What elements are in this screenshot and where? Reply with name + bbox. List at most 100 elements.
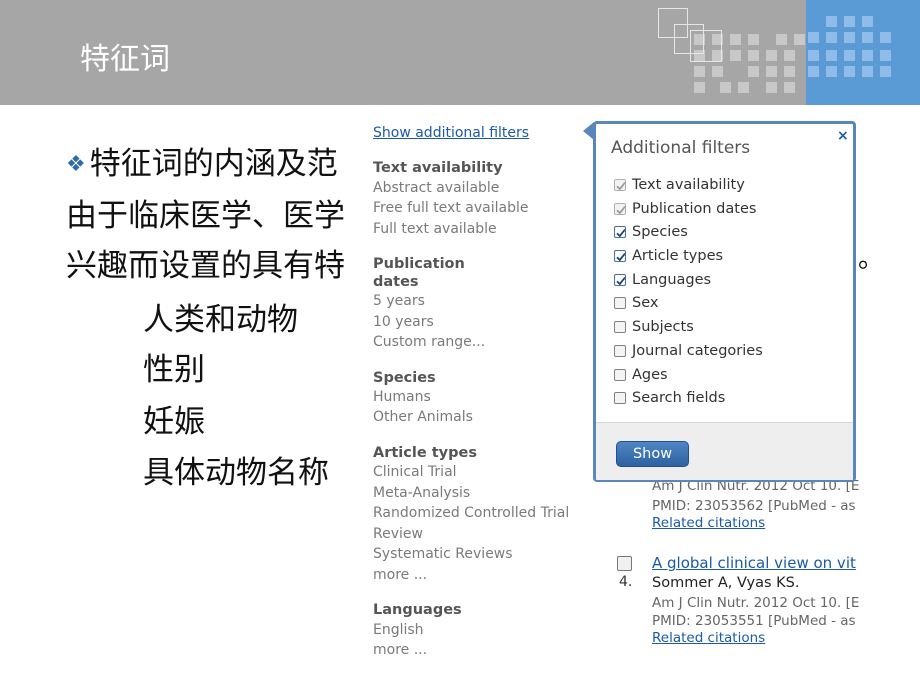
decor-square <box>844 66 855 77</box>
filter-option-label: Languages <box>632 272 712 288</box>
checkbox-icon[interactable] <box>614 203 626 215</box>
checkbox-icon[interactable] <box>614 274 626 286</box>
result-pmid: PMID: 23053562 [PubMed - as <box>652 498 856 514</box>
filter-option-label: Publication dates <box>632 201 757 217</box>
decor-square <box>784 82 795 93</box>
related-citations-link[interactable]: Related citations <box>652 515 765 531</box>
checkbox-icon[interactable] <box>614 179 626 191</box>
filter-group-heading: Species <box>373 370 436 386</box>
search-results: Am J Clin Nutr. 2012 Oct 10. [E PMID: 23… <box>590 470 920 690</box>
decor-square <box>880 32 891 43</box>
filter-option[interactable]: Humans <box>373 389 431 405</box>
diamond-cluster-icon: ❖ <box>66 152 86 177</box>
filter-option-label: Text availability <box>632 177 745 193</box>
filter-option[interactable]: Full text available <box>373 221 497 237</box>
slide-text-line-1: 特征词的内涵及范 <box>89 146 338 182</box>
more-link[interactable]: more ... <box>373 567 427 583</box>
checkbox-icon[interactable] <box>614 321 626 333</box>
filter-option-label: Sex <box>632 295 659 311</box>
decor-square <box>862 66 873 77</box>
decor-square <box>766 66 777 77</box>
show-button[interactable]: Show <box>616 441 689 467</box>
filter-group-heading: Text availability <box>373 160 503 176</box>
filter-option[interactable]: Clinical Trial <box>373 464 457 480</box>
slide-bullet-line: ❖ 特征词的内涵及范 <box>66 138 338 183</box>
result-number: 4. <box>619 574 633 590</box>
filter-option-label: Subjects <box>632 319 694 335</box>
related-citations-link[interactable]: Related citations <box>652 630 765 646</box>
slide-title: 特征词 <box>80 42 170 77</box>
result-journal: Am J Clin Nutr. 2012 Oct 10. [E <box>652 595 860 611</box>
filter-option-label: Article types <box>632 248 724 264</box>
show-additional-filters-link[interactable]: Show additional filters <box>373 125 529 141</box>
decor-square <box>748 34 759 45</box>
checkbox-icon[interactable] <box>614 250 626 262</box>
additional-filters-popup: Additional filters × Text availability Pu… <box>593 121 856 482</box>
filter-option-label: Journal categories <box>632 343 763 359</box>
decor-square <box>694 66 705 77</box>
decor-square <box>720 82 731 93</box>
checkbox-icon[interactable] <box>614 297 626 309</box>
decor-square <box>738 82 749 93</box>
popup-footer: Show <box>596 422 853 480</box>
slide-sub-item: 具体动物名称 <box>143 455 329 491</box>
filter-option[interactable]: 5 years <box>373 293 425 309</box>
filter-group-heading: Languages <box>373 602 462 618</box>
decor-square <box>766 82 777 93</box>
checkbox-icon[interactable] <box>614 392 626 404</box>
close-icon[interactable]: × <box>837 128 849 144</box>
slide-trailing-punctuation: 。 <box>858 244 885 274</box>
filter-group-heading: Article types <box>373 445 477 461</box>
slide-sub-item: 妊娠 <box>143 404 205 440</box>
decor-outline-square <box>690 30 722 62</box>
filter-option[interactable]: Abstract available <box>373 180 499 196</box>
decor-square <box>844 16 855 27</box>
filter-sidebar: Show additional filters Text availabilit… <box>360 110 588 690</box>
decor-square <box>766 50 777 61</box>
decor-square <box>808 66 819 77</box>
filter-option-label: Search fields <box>632 390 726 406</box>
filter-option[interactable]: Custom range... <box>373 334 485 350</box>
decor-square <box>826 50 837 61</box>
result-authors: Sommer A, Vyas KS. <box>652 575 800 591</box>
filter-option[interactable]: 10 years <box>373 314 434 330</box>
decor-square <box>694 82 705 93</box>
filter-option[interactable]: Review <box>373 526 423 542</box>
filter-option-label: Species <box>632 224 688 240</box>
filter-option[interactable]: Systematic Reviews <box>373 546 513 562</box>
decor-square <box>730 34 741 45</box>
result-title-link[interactable]: A global clinical view on vit <box>652 554 856 572</box>
slide-text-line-3: 兴趣而设置的具有特 <box>66 248 345 284</box>
filter-option[interactable]: Free full text available <box>373 200 528 216</box>
more-link[interactable]: more ... <box>373 642 427 658</box>
checkbox-icon[interactable] <box>614 369 626 381</box>
decor-square <box>844 32 855 43</box>
decor-square <box>880 50 891 61</box>
decor-square <box>862 16 873 27</box>
filter-option[interactable]: Randomized Controlled Trial <box>373 505 569 521</box>
slide-sub-item: 人类和动物 <box>143 302 298 338</box>
decor-square <box>826 32 837 43</box>
decor-square <box>784 50 795 61</box>
decor-square <box>808 50 819 61</box>
result-pmid: PMID: 23053551 [PubMed - as <box>652 613 856 629</box>
decor-square <box>844 50 855 61</box>
decor-square <box>862 50 873 61</box>
checkbox-icon[interactable] <box>614 345 626 357</box>
decor-square <box>794 34 805 45</box>
filter-option[interactable]: Other Animals <box>373 409 473 425</box>
filter-option-label: Ages <box>632 367 668 383</box>
slide-sub-item: 性别 <box>143 352 205 388</box>
slide-header: 特征词 <box>0 0 920 105</box>
checkbox-icon[interactable] <box>614 226 626 238</box>
decor-square <box>826 66 837 77</box>
decor-square <box>808 32 819 43</box>
popup-title: Additional filters <box>611 138 751 158</box>
filter-option[interactable]: English <box>373 622 424 638</box>
decor-square <box>748 50 759 61</box>
result-checkbox[interactable] <box>617 556 632 571</box>
decor-square <box>776 34 787 45</box>
filter-option[interactable]: Meta-Analysis <box>373 485 470 501</box>
slide-text-line-2: 由于临床医学、医学 <box>66 198 345 234</box>
decor-square <box>730 50 741 61</box>
